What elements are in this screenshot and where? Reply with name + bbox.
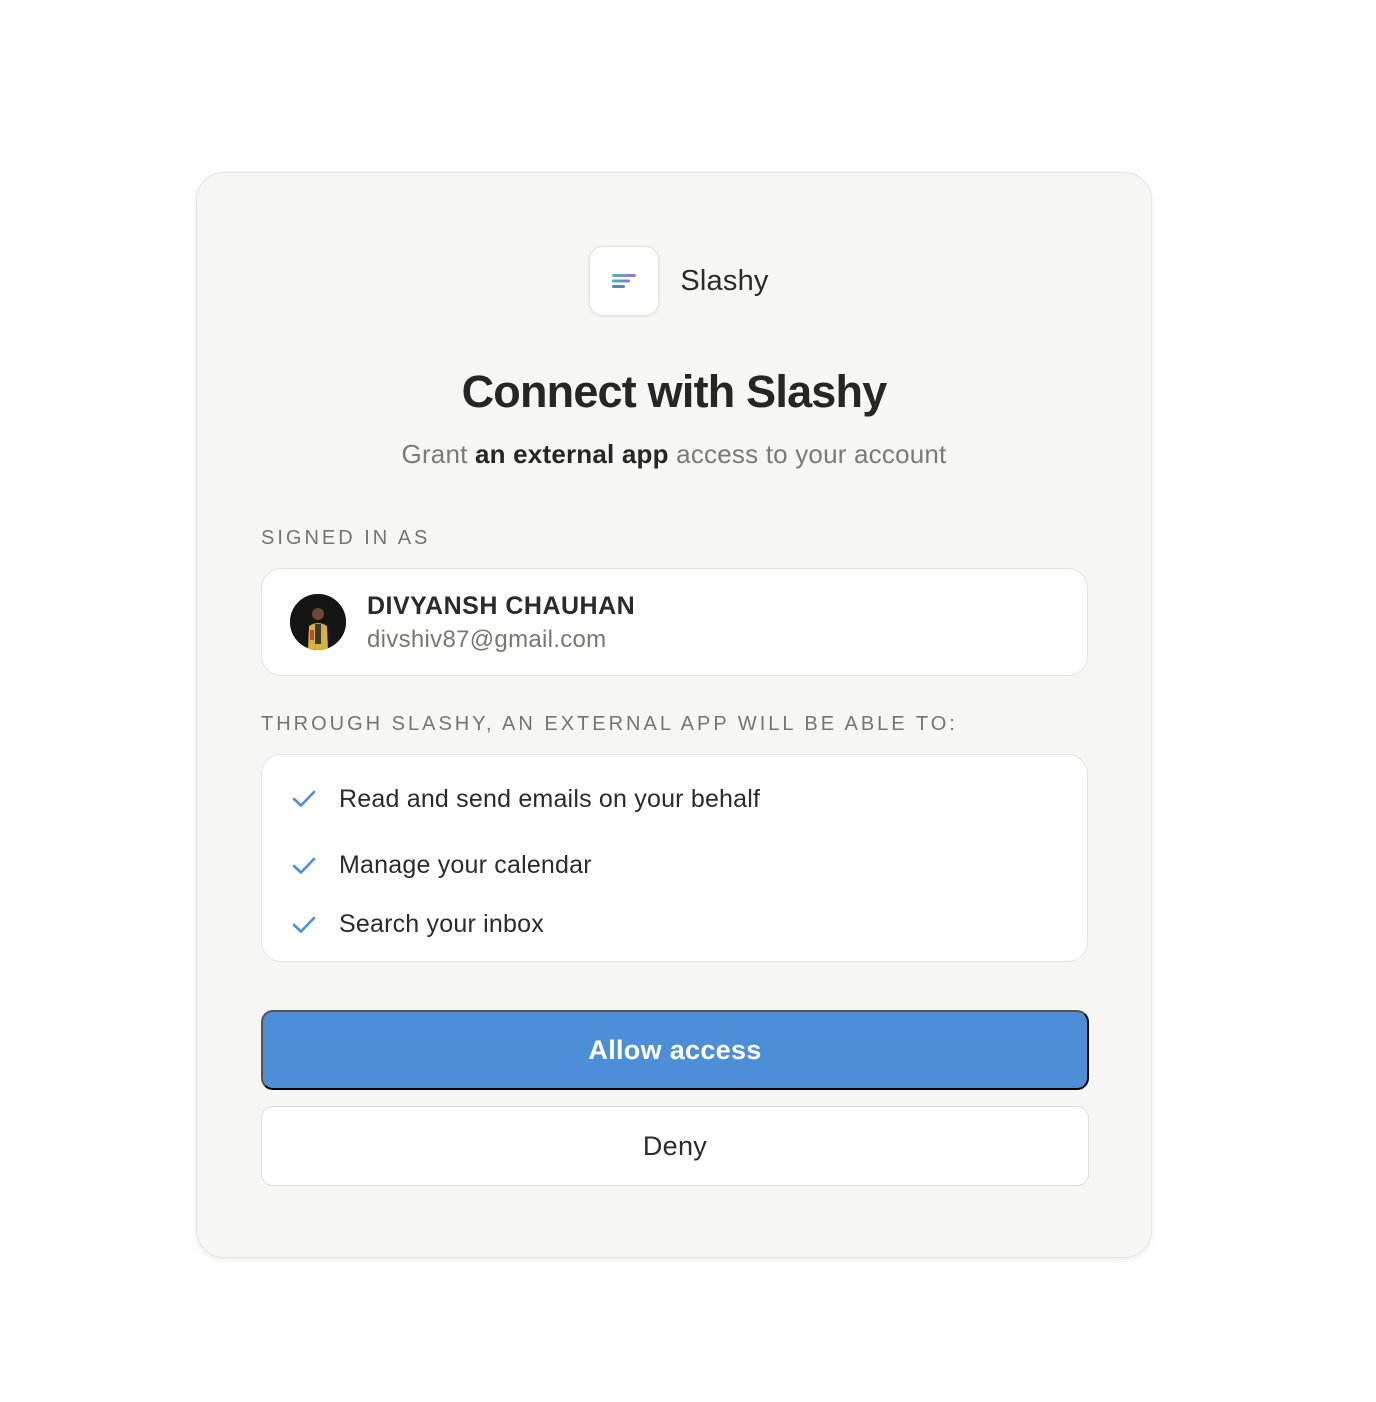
subtitle-prefix: Grant	[401, 439, 468, 469]
page-subtitle: Grant an external app access to your acc…	[197, 439, 1151, 470]
page-title: Connect with Slashy	[461, 366, 888, 417]
permission-text: Manage your calendar	[339, 851, 592, 879]
checkmark-icon	[292, 787, 316, 811]
deny-button[interactable]: Deny	[261, 1106, 1089, 1186]
checkmark-icon	[292, 913, 316, 937]
account-box: DIVYANSH CHAUHAN divshiv87@gmail.com	[261, 568, 1088, 676]
slashy-logo-icon	[589, 246, 660, 316]
permissions-list: Read and send emails on your behalf Mana…	[261, 754, 1088, 962]
list-item: Read and send emails on your behalf	[262, 777, 1087, 821]
subtitle-emphasis: an external app	[474, 439, 669, 469]
signed-in-label: SIGNED IN AS	[261, 527, 431, 549]
brand-header: Slashy	[197, 246, 1151, 316]
permission-text: Read and send emails on your behalf	[339, 784, 761, 813]
list-item: Search your inbox	[262, 895, 1087, 954]
checkmark-icon	[292, 854, 316, 878]
list-item: Manage your calendar	[262, 836, 1087, 895]
user-email: divshiv87@gmail.com	[367, 626, 607, 653]
brand-name: Slashy	[680, 264, 769, 297]
permission-text: Search your inbox	[339, 910, 544, 938]
consent-card: Slashy Connect with Slashy Grant an exte…	[196, 172, 1152, 1258]
allow-access-button[interactable]: Allow access	[261, 1010, 1089, 1090]
avatar	[290, 594, 346, 650]
user-name: DIVYANSH CHAUHAN	[367, 592, 636, 620]
permissions-label: THROUGH SLASHY, AN EXTERNAL APP WILL BE …	[261, 713, 958, 735]
subtitle-suffix: access to your account	[676, 439, 947, 469]
